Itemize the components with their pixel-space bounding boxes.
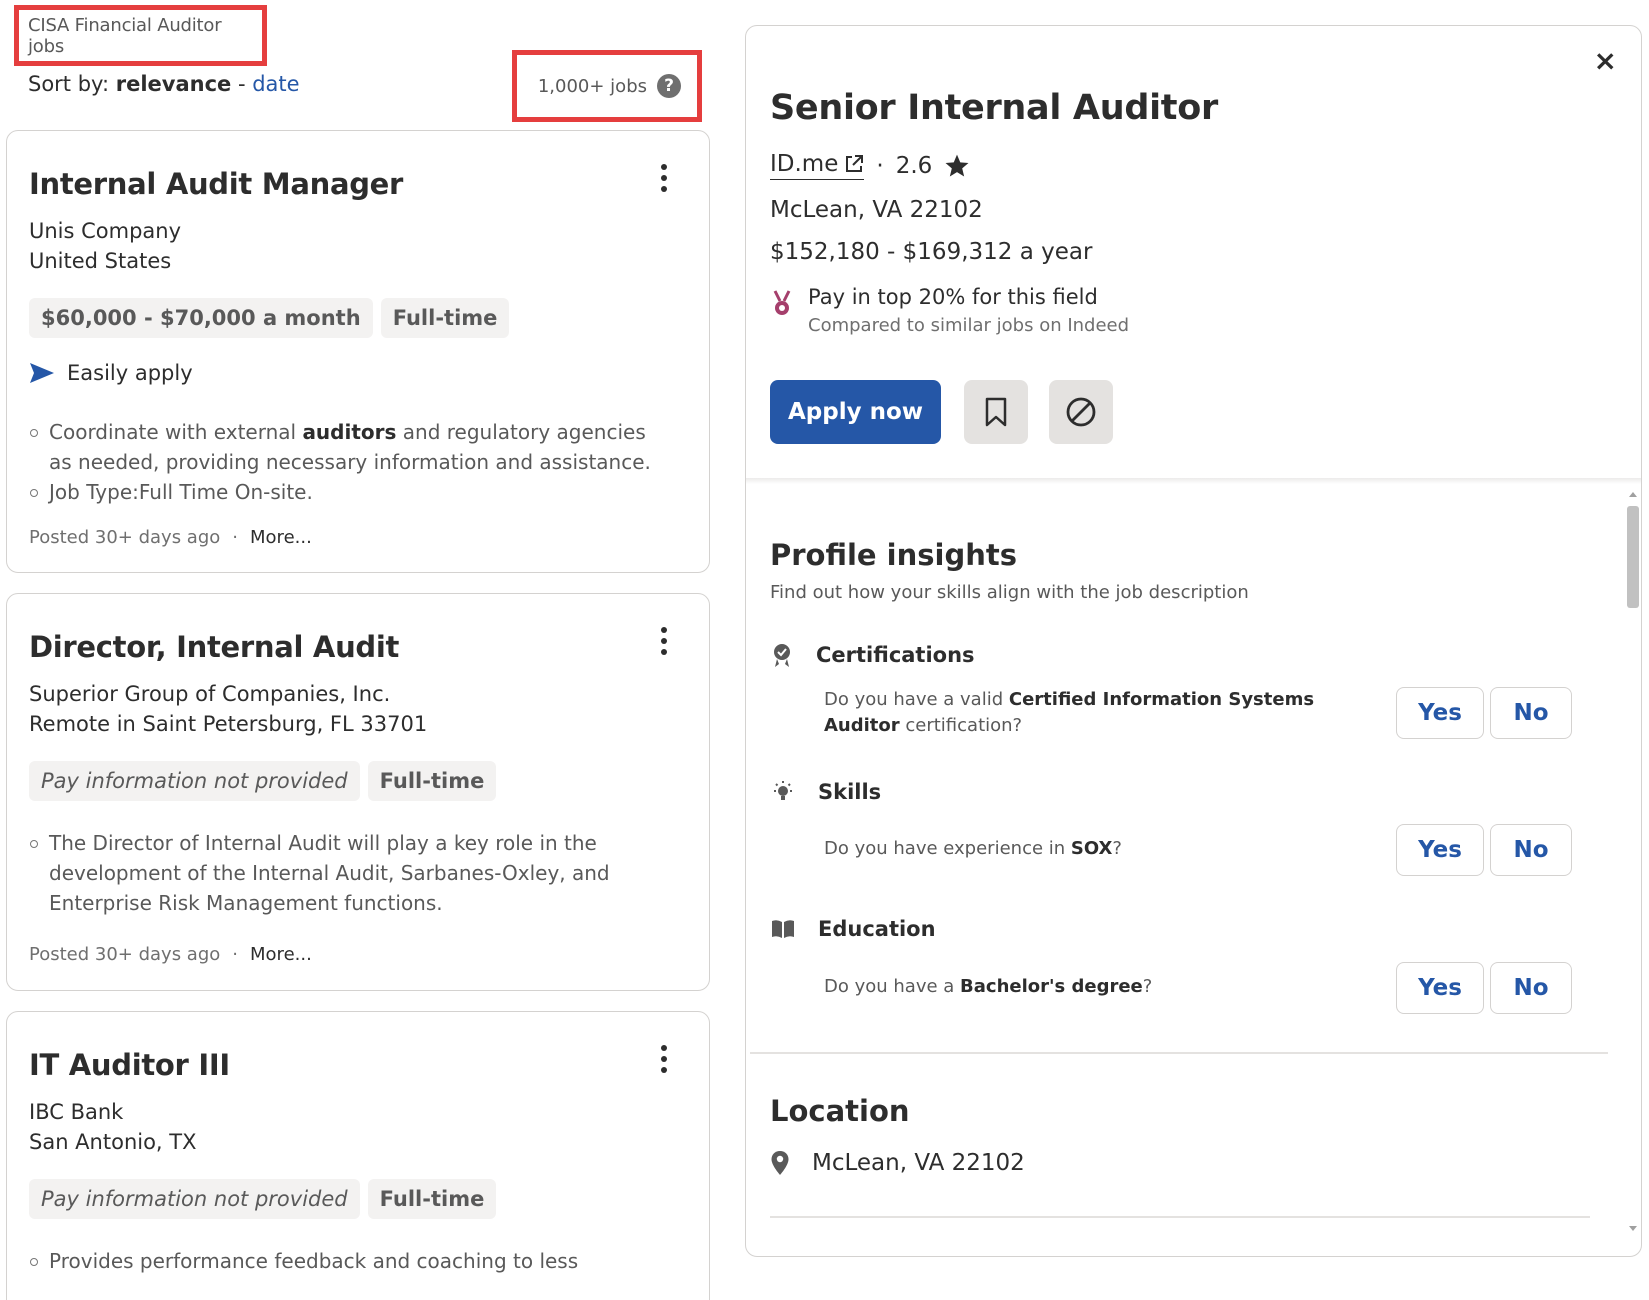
job-chips: Pay information not provided Full-time [29,1179,497,1219]
job-chips: $60,000 - $70,000 a month Full-time [29,298,510,338]
block-icon [1066,397,1096,427]
no-button[interactable]: No [1490,687,1572,739]
save-job-button[interactable] [964,380,1028,444]
award-ribbon-icon [773,290,791,315]
posted-date: Posted 30+ days ago [29,527,221,548]
job-chips: Pay information not provided Full-time [29,761,497,801]
job-location: United States [29,249,172,273]
job-type-chip: Full-time [380,298,510,338]
help-icon[interactable]: ? [657,74,681,98]
insight-certifications: Certifications [770,642,975,668]
job-title[interactable]: Internal Audit Manager [29,167,403,201]
detail-job-title: Senior Internal Auditor [770,88,1218,128]
jobs-count-highlight: 1,000+ jobs ? [512,50,702,122]
easy-apply: Easily apply [29,361,193,385]
not-interested-button[interactable] [1049,380,1113,444]
scroll-up-arrow[interactable] [1629,492,1637,497]
detail-location: McLean, VA 22102 [770,197,983,223]
posted-date: Posted 30+ days ago [29,944,221,965]
detail-scroll-area[interactable]: Profile insights Find out how your skill… [746,484,1641,1256]
sort-options: Sort by: relevance - date [28,72,300,96]
company-name: Superior Group of Companies, Inc. [29,682,391,706]
company-name: IBC Bank [29,1100,124,1124]
open-book-icon [772,920,794,938]
detail-salary: $152,180 - $169,312 a year [770,239,1093,265]
company-rating-line: ID.me · 2.6 [770,151,970,180]
more-options-icon[interactable] [659,164,669,192]
no-button[interactable]: No [1490,824,1572,876]
certificate-badge-icon [774,644,790,667]
job-meta: Posted 30+ days ago · More... [29,944,312,965]
job-location: Remote in Saint Petersburg, FL 33701 [29,712,428,736]
apply-now-button[interactable]: Apply now [770,380,941,444]
job-snippet: Provides performance feedback and coachi… [29,1246,659,1276]
job-type-chip: Full-time [367,1179,497,1219]
map-pin-icon [771,1151,789,1175]
salary-chip: Pay information not provided [29,1179,360,1219]
company-link[interactable]: ID.me [770,151,865,180]
send-icon [30,363,54,383]
bookmark-icon [985,397,1007,427]
education-answer: Yes No [1396,962,1572,1014]
star-icon [945,154,969,177]
job-card[interactable]: IT Auditor III IBC Bank San Antonio, TX … [6,1011,710,1300]
sort-relevance[interactable]: relevance [116,72,232,96]
education-question: Do you have a Bachelor's degree? [824,976,1153,997]
sort-date-link[interactable]: date [252,72,299,96]
more-options-icon[interactable] [659,627,669,655]
job-location: San Antonio, TX [29,1130,197,1154]
location-row: McLean, VA 22102 [770,1150,1025,1176]
more-options-icon[interactable] [659,1045,669,1073]
job-detail-panel: × Senior Internal Auditor ID.me · 2.6 Mc… [745,25,1642,1257]
yes-button[interactable]: Yes [1396,824,1484,876]
job-card[interactable]: Internal Audit Manager Unis Company Unit… [6,130,710,573]
section-divider [750,1052,1608,1054]
section-divider [770,1216,1590,1218]
company-name: Unis Company [29,219,182,243]
insight-skills: Skills [770,779,881,805]
skills-question: Do you have experience in SOX? [824,838,1122,859]
search-query-highlight: CISA Financial Auditor jobs [14,5,267,66]
profile-insights-subtitle: Find out how your skills align with the … [770,582,1249,603]
profile-insights-title: Profile insights [770,538,1017,572]
yes-button[interactable]: Yes [1396,687,1484,739]
more-link[interactable]: More... [250,944,312,965]
close-icon[interactable]: × [1594,44,1617,77]
location-title: Location [770,1094,910,1128]
skills-answer: Yes No [1396,824,1572,876]
no-button[interactable]: No [1490,962,1572,1014]
insight-education: Education [770,917,936,941]
job-title[interactable]: IT Auditor III [29,1048,230,1082]
job-card[interactable]: Director, Internal Audit Superior Group … [6,593,710,991]
company-rating: 2.6 [895,152,933,179]
salary-chip: $60,000 - $70,000 a month [29,298,373,338]
more-link[interactable]: More... [250,527,312,548]
jobs-count: 1,000+ jobs [537,75,647,97]
scroll-down-arrow[interactable] [1629,1226,1637,1231]
top-pay-insight: Pay in top 20% for this field Compared t… [770,285,1129,336]
job-snippet: Coordinate with external auditors and re… [29,417,659,507]
job-meta: Posted 30+ days ago · More... [29,527,312,548]
scrollbar-thumb[interactable] [1627,506,1639,608]
lightbulb-icon [774,781,792,800]
certification-answer: Yes No [1396,687,1572,739]
certification-question: Do you have a valid Certified Informatio… [824,689,1315,736]
salary-chip: Pay information not provided [29,761,360,801]
yes-button[interactable]: Yes [1396,962,1484,1014]
external-link-icon [846,155,864,172]
job-snippet: The Director of Internal Audit will play… [29,828,659,918]
job-title[interactable]: Director, Internal Audit [29,630,399,664]
job-type-chip: Full-time [367,761,497,801]
search-query-label: CISA Financial Auditor jobs [28,14,222,57]
